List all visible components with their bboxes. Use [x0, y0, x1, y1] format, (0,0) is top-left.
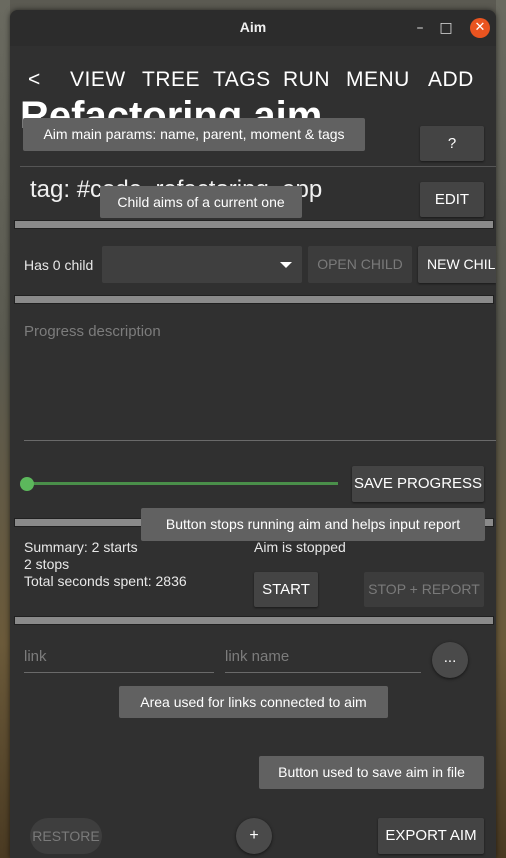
help-button[interactable]: ? [420, 126, 484, 161]
save-progress-button[interactable]: SAVE PROGRESS [352, 466, 484, 502]
minimize-icon[interactable]: – [410, 18, 430, 38]
link-name-input-underline [225, 672, 421, 673]
progress-slider-thumb[interactable] [20, 477, 34, 491]
restore-button[interactable]: RESTORE [30, 818, 102, 854]
separator-1[interactable] [14, 220, 494, 229]
menu-add[interactable]: ADD [428, 68, 474, 92]
summary-stops: 2 stops [24, 556, 70, 572]
edit-button[interactable]: EDIT [420, 182, 484, 217]
maximize-icon[interactable]: □ [436, 18, 456, 38]
menu-tree[interactable]: TREE [142, 68, 200, 92]
title-underline [20, 166, 496, 167]
link-name-input[interactable]: link name [225, 648, 289, 665]
app-window: Aim – □ ✕ < VIEW TREE TAGS RUN MENU ADD … [10, 10, 496, 858]
tooltip-child-aims: Child aims of a current one [100, 186, 302, 218]
desktop-background-left [0, 0, 10, 858]
separator-2[interactable] [14, 295, 494, 304]
tooltip-save-button: Button used to save aim in file [259, 756, 484, 789]
summary-starts: Summary: 2 starts [24, 539, 138, 555]
menu-bar: < VIEW TREE TAGS RUN MENU ADD [10, 46, 496, 98]
add-button[interactable]: + [236, 818, 272, 854]
summary-total-seconds: Total seconds spent: 2836 [24, 573, 187, 589]
start-button[interactable]: START [254, 572, 318, 607]
back-button[interactable]: < [28, 68, 41, 92]
menu-tags[interactable]: TAGS [213, 68, 271, 92]
menu-menu[interactable]: MENU [346, 68, 410, 92]
tooltip-main-params: Aim main params: name, parent, moment & … [23, 118, 365, 151]
new-child-button[interactable]: NEW CHILD [418, 246, 496, 283]
chevron-down-icon [280, 262, 292, 268]
open-child-button[interactable]: OPEN CHILD [308, 246, 412, 283]
close-icon[interactable]: ✕ [470, 18, 490, 38]
progress-slider-track[interactable] [26, 482, 338, 485]
child-dropdown[interactable] [102, 246, 302, 283]
export-aim-button[interactable]: EXPORT AIM [378, 818, 484, 854]
menu-run[interactable]: RUN [283, 68, 330, 92]
stop-report-button[interactable]: STOP + REPORT [364, 572, 484, 607]
desktop-background-right [496, 0, 506, 858]
progress-input-underline [24, 440, 496, 441]
more-links-button[interactable]: ... [432, 642, 468, 678]
link-input-underline [24, 672, 214, 673]
progress-description-input[interactable]: Progress description [24, 323, 161, 340]
menu-view[interactable]: VIEW [70, 68, 126, 92]
link-input[interactable]: link [24, 648, 47, 665]
separator-4[interactable] [14, 616, 494, 625]
title-bar: Aim – □ ✕ [10, 10, 496, 46]
tooltip-stop-button: Button stops running aim and helps input… [141, 508, 485, 541]
child-count: Has 0 child [24, 257, 94, 273]
aim-status: Aim is stopped [254, 539, 346, 555]
tooltip-links-area: Area used for links connected to aim [119, 686, 388, 718]
